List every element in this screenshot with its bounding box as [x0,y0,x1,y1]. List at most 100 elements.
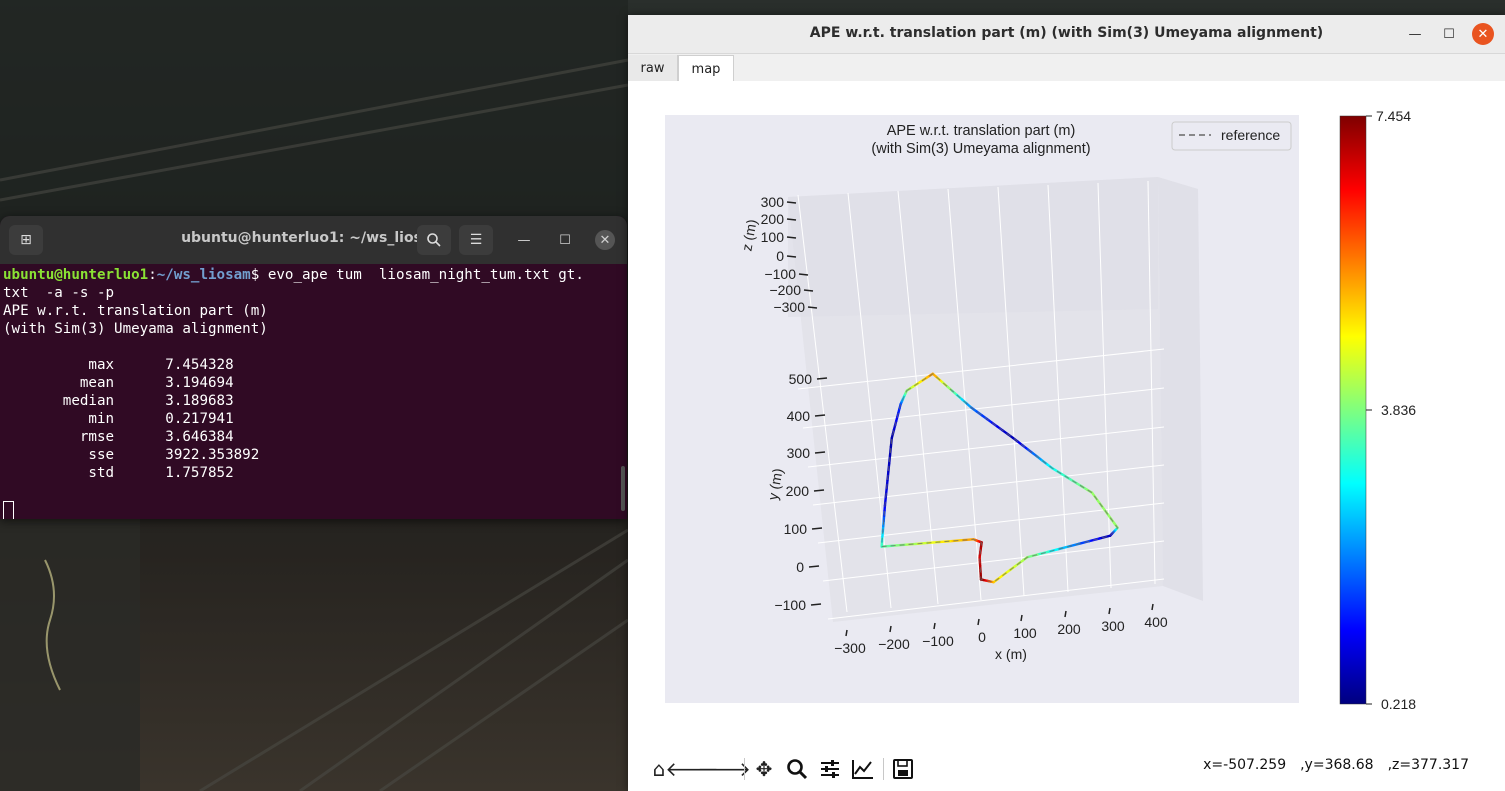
minimize-button[interactable]: — [514,230,534,250]
z-tick-mark [798,273,809,276]
coord-y: ,y=368.68 [1300,757,1374,773]
x-tick-mark [1020,614,1023,622]
stat-row-mean: mean 3.194694 [79,375,234,391]
pan-button[interactable]: ✥ [750,755,778,783]
minimize-icon: — [1408,26,1422,42]
y-tick-mark [810,603,822,606]
zoom-icon [787,759,808,780]
x-tick-mark [889,625,892,633]
tab-map[interactable]: map [678,55,734,82]
edit-axes-button[interactable] [849,755,877,783]
z-tick-label: 100 [761,229,785,245]
colorbar-mid-label: 3.836 [1381,402,1416,418]
ape-3d-plot[interactable]: APE w.r.t. translation part (m) (with Si… [628,81,1505,731]
x-axis-label: x (m) [995,646,1027,662]
plot-title-line1: APE w.r.t. translation part (m) [887,123,1076,139]
y-tick-label: 500 [789,371,813,387]
z-tick-mark [803,289,814,292]
x-tick-label: 200 [1057,621,1081,637]
z-tick-mark [786,236,797,239]
y-tick-mark [816,377,828,380]
stat-row-max: max 7.454328 [88,357,234,373]
legend-reference-label: reference [1221,127,1280,143]
plot-title-line2: (with Sim(3) Umeyama alignment) [871,141,1090,157]
z-tick-label: −300 [773,299,805,315]
y-tick-label: 100 [784,521,808,537]
arrow-right-icon: 🡒 [697,757,751,781]
x-tick-mark [1064,610,1067,618]
coord-x: x=-507.259 [1203,757,1287,773]
y-tick-label: 0 [796,559,804,575]
z-tick-mark [786,218,797,221]
figure-titlebar: APE w.r.t. translation part (m) (with Si… [628,15,1505,54]
sliders-icon [821,760,839,778]
y-tick-label: 200 [786,483,810,499]
y-tick-label: −100 [774,597,806,613]
terminal-output[interactable]: ubuntu@hunterluo1:~/ws_liosam$ evo_ape t… [0,264,627,519]
output-title-line1: APE w.r.t. translation part (m) [3,303,268,319]
search-button[interactable] [417,225,451,255]
save-icon [893,759,913,779]
terminal-header: ⊞ ubuntu@hunterluo1: ~/ws_liosam ☰ — ☐ ✕ [0,216,627,264]
x-tick-mark [1108,607,1111,615]
maximize-button[interactable]: ☐ [555,230,575,250]
save-button[interactable] [889,755,917,783]
x-tick-label: −300 [834,640,866,656]
terminal-scrollbar[interactable] [621,466,625,511]
z-tick-mark [786,255,797,258]
y-tick-mark [813,489,825,492]
plot-canvas[interactable]: APE w.r.t. translation part (m) (with Si… [628,81,1505,731]
z-tick-label: 0 [776,248,784,264]
figure-minimize-button[interactable]: — [1404,24,1426,44]
menu-button[interactable]: ☰ [459,225,493,255]
figure-close-button[interactable]: ✕ [1472,23,1494,45]
search-icon [427,233,441,247]
figure-maximize-button[interactable]: ☐ [1438,24,1460,44]
x-tick-mark [933,622,936,630]
forward-button[interactable]: 🡒 [697,755,751,783]
stat-row-std: std 1.757852 [88,465,234,481]
move-icon: ✥ [755,757,773,781]
x-tick-label: 0 [978,629,986,645]
toolbar-separator [744,758,745,780]
stat-row-rmse: rmse 3.646384 [79,429,234,445]
coord-z: ,z=377.317 [1387,757,1469,773]
legend: reference [1171,121,1292,151]
x-tick-mark [977,618,980,626]
y-tick-label: 400 [787,408,811,424]
terminal-window: ⊞ ubuntu@hunterluo1: ~/ws_liosam ☰ — ☐ ✕… [0,216,627,519]
z-tick-mark [786,201,797,204]
stats-block: max 7.454328 mean 3.194694 median 3.1896… [3,357,259,481]
x-tick-label: 400 [1144,614,1168,630]
z-tick-label: 300 [761,194,785,210]
figure-title: APE w.r.t. translation part (m) (with Si… [809,25,1324,41]
zoom-button[interactable] [783,755,811,783]
xz-pane [788,177,1158,317]
hamburger-icon: ☰ [469,232,483,248]
yz-pane [1158,177,1203,601]
x-tick-mark [1151,603,1154,611]
output-title-line2: (with Sim(3) Umeyama alignment) [3,321,268,337]
tab-raw[interactable]: raw [628,55,678,81]
z-tick-mark [807,306,818,309]
y-tick-mark [814,414,826,417]
prompt-path: ~/ws_liosam [156,267,251,283]
z-tick-label: −100 [764,266,796,282]
configure-subplots-button[interactable] [816,755,844,783]
stat-row-min: min 0.217941 [88,411,234,427]
stat-row-sse: sse 3922.353892 [88,447,260,463]
x-tick-mark [845,629,848,637]
y-tick-label: 300 [787,445,811,461]
matplotlib-toolbar: ⌂ 🡐 🡒 ✥ x=-507.259 ,y=368.68 ,z=377.317 [628,731,1505,791]
stat-row-median: median 3.189683 [62,393,234,409]
close-icon: ✕ [599,232,611,248]
x-tick-label: −100 [922,633,954,649]
x-tick-label: 100 [1013,625,1037,641]
colorbar-min-label: 0.218 [1381,696,1416,712]
z-tick-label: 200 [761,211,785,227]
z-tick-label: −200 [769,282,801,298]
y-tick-mark [811,527,823,530]
maximize-icon: ☐ [559,232,571,248]
close-button[interactable]: ✕ [595,230,615,250]
home-icon: ⌂ [652,757,666,781]
